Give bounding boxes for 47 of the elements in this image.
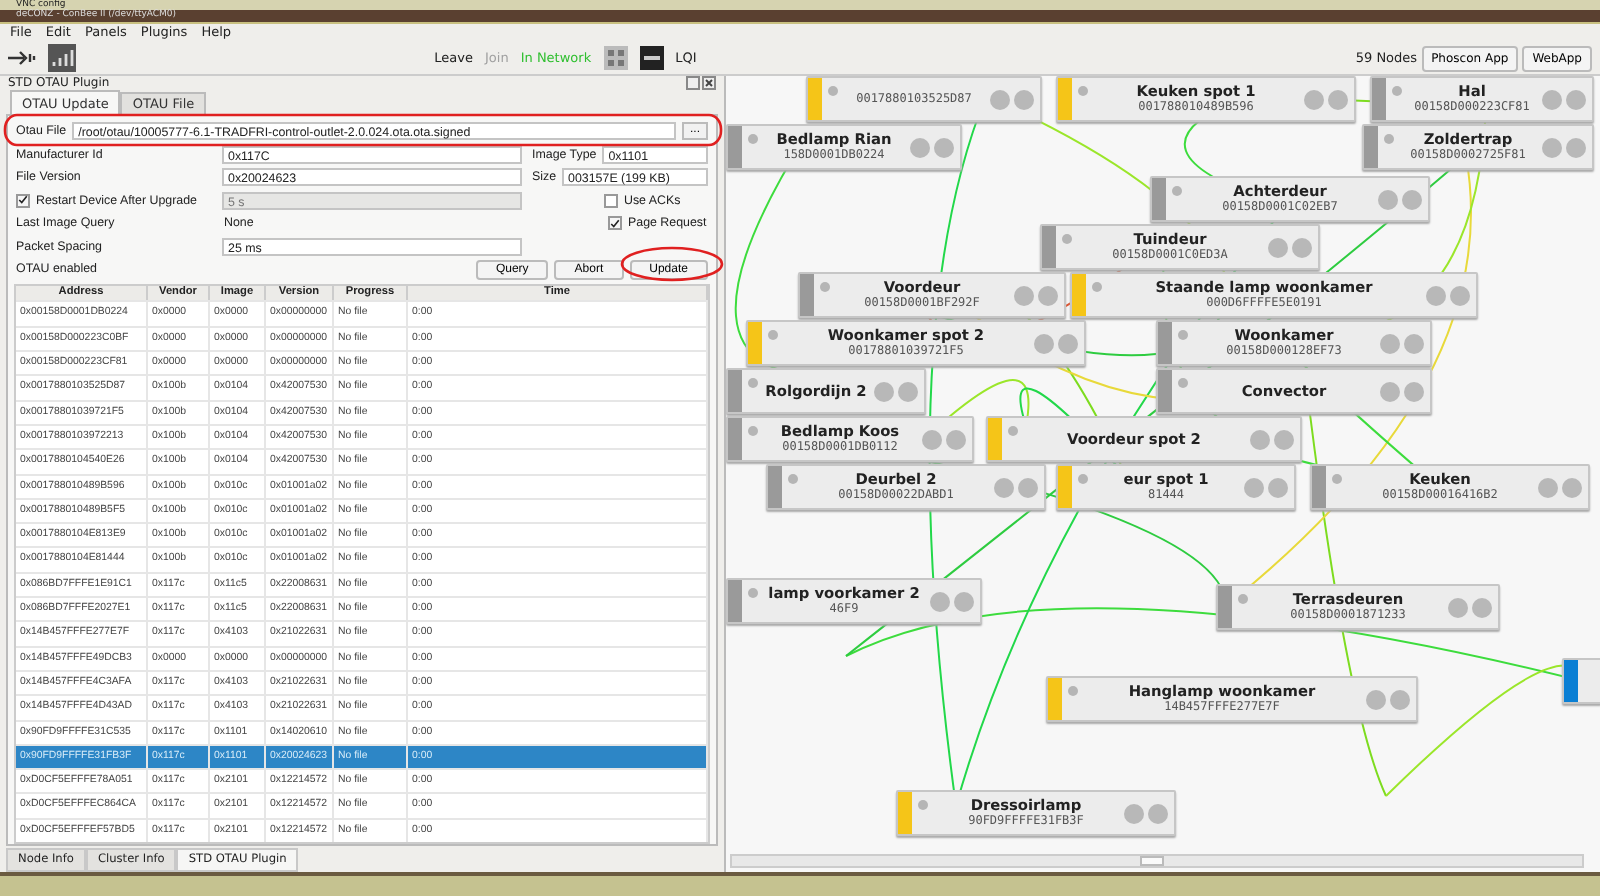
plug-icon[interactable]	[8, 50, 36, 66]
node-dot-icon	[1384, 134, 1394, 144]
node-endpoints-icon[interactable]	[1304, 89, 1348, 109]
node-dot-icon	[1172, 186, 1182, 196]
node-dot-icon	[1238, 594, 1248, 604]
node-dot-icon	[1068, 686, 1078, 696]
node-dot-icon	[1392, 86, 1402, 96]
node-endpoints-icon[interactable]	[1366, 689, 1410, 709]
annotation-mark	[620, 246, 724, 282]
node-endpoints-icon[interactable]	[1538, 477, 1582, 497]
checkbox[interactable]	[608, 216, 622, 231]
node-endpoints-icon[interactable]	[994, 477, 1038, 497]
grid-icon[interactable]	[603, 46, 628, 70]
node-dot-icon	[828, 86, 838, 96]
graph-node[interactable]	[1562, 658, 1600, 704]
square-icon[interactable]	[639, 46, 664, 70]
horizontal-scrollbar[interactable]	[730, 854, 1584, 868]
node-dot-icon	[748, 426, 758, 436]
node-endpoints-icon[interactable]	[922, 429, 966, 449]
node-dot-icon	[1008, 426, 1018, 436]
signal-icon[interactable]	[48, 44, 76, 72]
node-endpoints-icon[interactable]	[1448, 597, 1492, 617]
node-endpoints-icon[interactable]	[1542, 137, 1586, 157]
node-dot-icon	[1078, 86, 1088, 96]
node-endpoints-icon[interactable]	[910, 137, 954, 157]
node-dot-icon	[748, 134, 758, 144]
checkbox[interactable]	[604, 193, 618, 208]
node-dot-icon	[1078, 474, 1088, 484]
node-dot-icon	[768, 330, 778, 340]
node-endpoints-icon[interactable]	[1542, 89, 1586, 109]
node-endpoints-icon[interactable]	[1034, 333, 1078, 353]
node-endpoints-icon[interactable]	[990, 89, 1034, 109]
node-dot-icon	[748, 378, 758, 388]
node-endpoints-icon[interactable]	[1426, 285, 1470, 305]
node-dot-icon	[788, 474, 798, 484]
node-dot-icon	[820, 282, 830, 292]
node-dot-icon	[1062, 234, 1072, 244]
node-endpoints-icon[interactable]	[874, 381, 918, 401]
node-dot-icon	[918, 800, 928, 810]
node-dot-icon	[748, 588, 758, 598]
node-endpoints-icon[interactable]	[1378, 189, 1422, 209]
node-endpoints-icon[interactable]	[930, 591, 974, 611]
node-dot-icon	[1092, 282, 1102, 292]
node-endpoints-icon[interactable]	[1244, 477, 1288, 497]
close-icon[interactable]	[702, 76, 716, 91]
node-endpoints-icon[interactable]	[1124, 803, 1168, 823]
node-endpoints-icon[interactable]	[1014, 285, 1058, 305]
